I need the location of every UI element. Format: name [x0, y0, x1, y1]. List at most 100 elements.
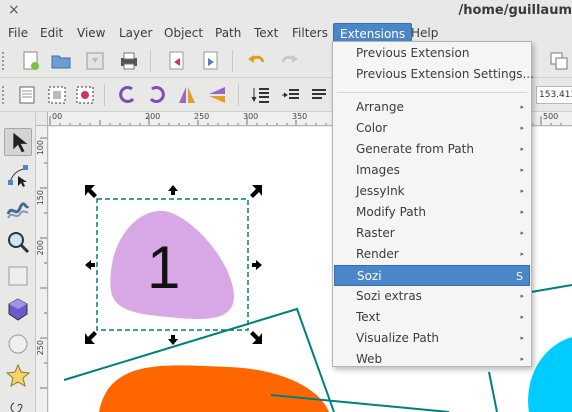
ruler-label: 300 [243, 112, 259, 121]
menu-item-label: Render [356, 247, 399, 261]
menu-item-label: Sozi [357, 269, 382, 283]
close-icon[interactable]: × [8, 2, 20, 18]
ruler-label: 100 [36, 140, 45, 156]
menu-view[interactable]: View [71, 23, 111, 43]
menu-item-label: Previous Extension Settings... [356, 67, 534, 81]
menu-item-web[interactable]: Web ▸ [334, 349, 530, 370]
toolbar-grip[interactable] [2, 86, 6, 104]
export-icon[interactable] [200, 50, 222, 72]
spiral-tool-icon[interactable] [4, 392, 32, 412]
menu-item-images[interactable]: Images ▸ [334, 160, 530, 181]
ruler-ticks [40, 137, 47, 389]
menu-text[interactable]: Text [248, 23, 284, 43]
submenu-arrow-icon: ▸ [520, 166, 524, 174]
menu-item-label: Arrange [356, 100, 404, 114]
lower-to-bottom-icon[interactable] [250, 84, 272, 106]
save-icon[interactable] [84, 50, 106, 72]
rectangle-tool-icon[interactable] [4, 262, 32, 290]
menu-item-previous-extension[interactable]: Previous Extension [334, 43, 530, 64]
rotate-cw-icon[interactable] [146, 84, 168, 106]
lower-icon[interactable] [280, 84, 302, 106]
submenu-arrow-icon: ▸ [520, 103, 524, 111]
title-bar: × /home/guillaum [0, 0, 572, 22]
node-tool-icon[interactable] [4, 162, 32, 190]
undo-icon[interactable] [246, 50, 268, 72]
cyan-shape [528, 337, 572, 412]
menu-item-sozi-extras[interactable]: Sozi extras ▸ [334, 286, 530, 307]
menu-item-raster[interactable]: Raster ▸ [334, 223, 530, 244]
submenu-arrow-icon: ▸ [520, 250, 524, 258]
rotate-ccw-icon[interactable] [116, 84, 138, 106]
ruler-label: 500 [543, 112, 559, 121]
separator [238, 84, 239, 106]
deselect-icon[interactable] [74, 84, 96, 106]
menu-extensions[interactable]: Extensions [333, 23, 413, 43]
ruler-label: 00 [52, 112, 63, 121]
submenu-arrow-icon: ▸ [520, 187, 524, 195]
menu-item-visualize-path[interactable]: Visualize Path ▸ [334, 328, 530, 349]
toolbar-grip[interactable] [2, 52, 6, 70]
open-folder-icon[interactable] [50, 50, 72, 72]
menu-separator [337, 92, 527, 93]
separator [232, 50, 233, 72]
select-all-icon[interactable] [16, 84, 38, 106]
ruler-label: 200 [145, 112, 161, 121]
shape-label: 1 [147, 234, 181, 301]
submenu-arrow-icon: ▸ [520, 334, 524, 342]
menu-item-label: Sozi extras [356, 289, 422, 303]
submenu-arrow-icon: ▸ [520, 208, 524, 216]
menu-item-previous-extension-settings[interactable]: Previous Extension Settings... [334, 64, 534, 85]
menu-filters[interactable]: Filters [286, 23, 334, 43]
3d-box-tool-icon[interactable] [4, 296, 32, 324]
ruler-label: 350 [292, 112, 308, 121]
tweak-tool-icon[interactable] [4, 194, 32, 222]
import-icon[interactable] [166, 50, 188, 72]
star-tool-icon[interactable] [4, 362, 32, 390]
ruler-label: 200 [36, 240, 45, 256]
redo-icon[interactable] [278, 50, 300, 72]
menu-object[interactable]: Object [158, 23, 209, 43]
flip-horizontal-icon[interactable] [176, 84, 198, 106]
menu-item-label: Generate from Path [356, 142, 474, 156]
duplicate-icon[interactable] [548, 50, 570, 72]
ruler-label: 250 [194, 112, 210, 121]
vertical-ruler[interactable]: 100 150 200 250 [36, 126, 48, 412]
submenu-arrow-icon: ▸ [520, 313, 524, 321]
ruler-corner [36, 112, 48, 126]
ruler-label: 150 [36, 190, 45, 206]
menu-item-generate-from-path[interactable]: Generate from Path ▸ [334, 139, 530, 160]
submenu-arrow-icon: ▸ [520, 229, 524, 237]
zoom-tool-icon[interactable] [4, 228, 32, 256]
menu-item-text[interactable]: Text ▸ [334, 307, 530, 328]
menu-item-label: Visualize Path [356, 331, 440, 345]
toolbox [0, 112, 36, 412]
new-document-icon[interactable] [20, 50, 42, 72]
menu-item-label: Previous Extension [356, 46, 470, 60]
menu-item-color[interactable]: Color ▸ [334, 118, 530, 139]
menu-item-jessyink[interactable]: JessyInk ▸ [334, 181, 530, 202]
menu-edit[interactable]: Edit [34, 23, 69, 43]
menu-item-arrange[interactable]: Arrange ▸ [334, 97, 530, 118]
menu-item-label: Images [356, 163, 400, 177]
menu-item-label: Modify Path [356, 205, 426, 219]
menu-help[interactable]: Help [405, 23, 444, 43]
ellipse-tool-icon[interactable] [4, 330, 32, 358]
x-coordinate-input[interactable]: 153.413 [536, 86, 572, 104]
flip-vertical-icon[interactable] [206, 84, 228, 106]
shortcut-label: S [516, 270, 523, 283]
menu-item-render[interactable]: Render ▸ [334, 244, 530, 265]
separator [104, 84, 105, 106]
menu-item-sozi[interactable]: Sozi S [334, 265, 530, 286]
separator [150, 50, 151, 72]
select-all-layers-icon[interactable] [46, 84, 68, 106]
print-icon[interactable] [118, 50, 140, 72]
selector-tool-icon[interactable] [4, 128, 32, 156]
menu-item-modify-path[interactable]: Modify Path ▸ [334, 202, 530, 223]
menu-file[interactable]: File [2, 23, 34, 43]
menu-item-label: Web [356, 352, 383, 366]
menu-path[interactable]: Path [209, 23, 247, 43]
raise-icon[interactable] [308, 84, 330, 106]
submenu-arrow-icon: ▸ [520, 292, 524, 300]
menu-layer[interactable]: Layer [113, 23, 158, 43]
window-title: /home/guillaum [458, 3, 572, 18]
